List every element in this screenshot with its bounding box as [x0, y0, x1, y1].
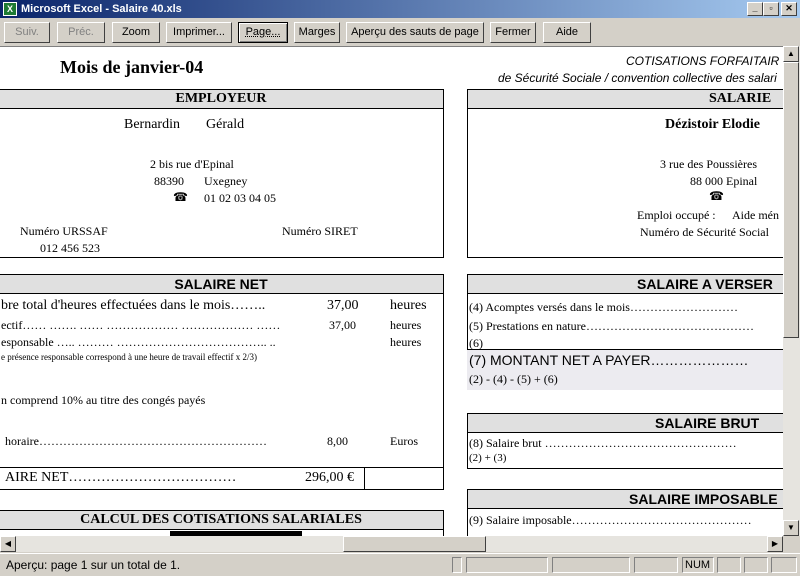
employeur-city: Uxegney — [204, 174, 248, 188]
hscroll-thumb[interactable] — [343, 536, 486, 552]
employeur-header: EMPLOYEUR — [0, 89, 444, 109]
total-hours-label: bre total d'heures effectuées dans le mo… — [1, 298, 266, 313]
status-panel — [717, 557, 741, 573]
urssaf-label: Numéro URSSAF — [20, 224, 108, 238]
status-panel — [452, 557, 462, 573]
salaire-imposable-line: (9) Salaire imposable……………………………………… — [469, 513, 752, 527]
phone-icon: ☎ — [173, 190, 188, 204]
next-page-button[interactable]: Suiv. — [4, 22, 50, 43]
zoom-button[interactable]: Zoom — [112, 22, 160, 43]
print-preview-page[interactable]: Mois de janvier-04 COTISATIONS FORFAITAI… — [0, 46, 783, 536]
effective-hours-value: 37,00 — [329, 318, 356, 332]
print-button[interactable]: Imprimer... — [166, 22, 232, 43]
status-bar: Aperçu: page 1 sur un total de 1. NUM — [0, 553, 800, 576]
close-button[interactable]: ✕ — [781, 2, 797, 16]
status-message: Aperçu: page 1 sur un total de 1. — [6, 558, 181, 572]
job-label: Emploi occupé : — [637, 208, 716, 222]
montant-net-formula: (2) - (4) - (5) + (6) — [469, 372, 558, 386]
urssaf-value: 012 456 523 — [40, 241, 100, 255]
title-bar: X Microsoft Excel - Salaire 40.xls _ ▫ ✕ — [0, 0, 800, 18]
vertical-scrollbar[interactable]: ▲ ▼ — [783, 46, 800, 536]
employeur-address: 2 bis rue d'Epinal — [150, 157, 234, 171]
phone-icon: ☎ — [709, 189, 724, 203]
status-panel — [634, 557, 678, 573]
restore-button[interactable]: ▫ — [763, 2, 779, 16]
ss-label: Numéro de Sécurité Social — [640, 225, 769, 239]
montant-net-label: (7) MONTANT NET A PAYER………………… — [469, 352, 749, 368]
hourly-rate-unit: Euros — [390, 434, 418, 448]
margins-button[interactable]: Marges — [294, 22, 340, 43]
close-preview-button[interactable]: Fermer — [490, 22, 536, 43]
employeur-postcode: 88390 — [154, 174, 184, 188]
page-setup-button[interactable]: Page... — [238, 22, 288, 43]
status-panel — [744, 557, 768, 573]
total-hours-value: 37,00 — [327, 298, 359, 313]
salaire-brut-line: (8) Salaire brut ………………………………………… — [469, 436, 737, 450]
salaire-brut-header: SALAIRE BRUT — [467, 413, 783, 433]
scroll-left-icon[interactable]: ◀ — [0, 536, 16, 552]
effective-hours-label: ectif…… ……. …… ……………… ……………… …… — [1, 318, 281, 332]
salarie-postcode-city: 88 000 Epinal — [690, 174, 758, 188]
scrollbar-corner — [783, 536, 800, 552]
salaire-brut-formula: (2) + (3) — [469, 452, 507, 464]
month-title: Mois de janvier-04 — [60, 57, 204, 77]
responsable-hours-unit: heures — [390, 335, 422, 349]
employeur-phone: 01 02 03 04 05 — [204, 191, 276, 205]
scroll-down-icon[interactable]: ▼ — [783, 520, 799, 536]
acomptes-line: (4) Acomptes versés dans le mois……………………… — [469, 300, 738, 314]
salarie-name: Dézistoir Elodie — [665, 117, 761, 132]
scroll-up-icon[interactable]: ▲ — [783, 46, 799, 62]
excel-app-icon[interactable]: X — [3, 2, 17, 16]
previous-page-button[interactable]: Préc. — [57, 22, 105, 43]
num-lock-indicator: NUM — [682, 557, 714, 573]
minimize-button[interactable]: _ — [747, 2, 763, 16]
responsable-hours-label: esponsable ….. ……… ……………………………….. .. — [1, 335, 276, 349]
status-panel — [771, 557, 797, 573]
status-panel — [466, 557, 548, 573]
horizontal-scrollbar[interactable]: ◀ ▶ — [0, 536, 783, 552]
hourly-rate-value: 8,00 — [327, 434, 348, 448]
page-setup-label: Page... — [245, 26, 281, 38]
salarie-address: 3 rue des Poussières — [660, 157, 757, 171]
net-total-value: 296,00 € — [305, 470, 354, 485]
help-button[interactable]: Aide — [543, 22, 591, 43]
siret-label: Numéro SIRET — [282, 224, 358, 238]
salaire-a-verser-header: SALAIRE A VERSER — [467, 274, 783, 294]
divider — [364, 467, 365, 490]
window-title: Microsoft Excel - Salaire 40.xls — [21, 3, 182, 15]
page-break-preview-button[interactable]: Aperçu des sauts de page — [346, 22, 484, 43]
salarie-header: SALARIE — [467, 89, 783, 109]
status-panel — [552, 557, 630, 573]
net-total-label: AIRE NET……………………………… — [5, 470, 237, 485]
total-hours-unit: heures — [390, 298, 427, 313]
hourly-rate-label: horaire………………………………………………… — [5, 434, 267, 448]
salaire-net-header: SALAIRE NET — [0, 274, 444, 294]
employeur-lastname: Bernardin — [124, 117, 180, 132]
print-preview-toolbar: Suiv. Préc. Zoom Imprimer... Page... Mar… — [0, 18, 800, 46]
employeur-firstname: Gérald — [206, 117, 245, 132]
presence-note: e présence responsable correspond à une … — [1, 352, 257, 362]
divider — [0, 467, 444, 468]
job-value: Aide mén — [732, 208, 779, 222]
cotisations-subtitle: de Sécurité Sociale / convention collect… — [498, 71, 777, 85]
cotisations-title: COTISATIONS FORFAITAIR — [626, 54, 780, 68]
scroll-right-icon[interactable]: ▶ — [767, 536, 783, 552]
cotisations-header: CALCUL DES COTISATIONS SALARIALES — [0, 510, 444, 530]
salaire-imposable-header: SALAIRE IMPOSABLE — [467, 489, 783, 509]
conges-note: n comprend 10% au titre des congés payés — [1, 393, 206, 407]
prestations-line: (5) Prestations en nature…………………………………… — [469, 319, 754, 333]
scroll-thumb[interactable] — [783, 62, 799, 338]
effective-hours-unit: heures — [390, 318, 422, 332]
